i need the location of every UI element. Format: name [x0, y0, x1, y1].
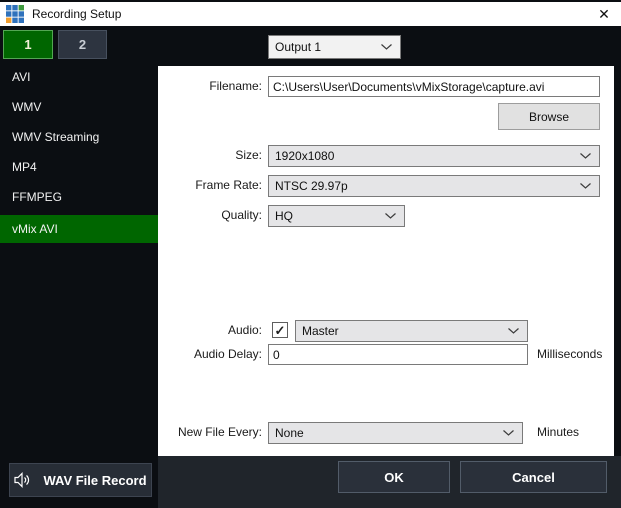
checkmark-icon: ✓: [274, 322, 286, 338]
milliseconds-label: Milliseconds: [537, 347, 603, 361]
wav-file-record-button[interactable]: WAV File Record: [9, 463, 152, 497]
size-select-value: 1920x1080: [275, 149, 335, 163]
close-icon[interactable]: ✕: [595, 5, 613, 23]
browse-button[interactable]: Browse: [498, 103, 600, 130]
chevron-down-icon: [385, 213, 396, 219]
ok-button[interactable]: OK: [338, 461, 450, 493]
recording-setup-dialog: Recording Setup ✕ 1 2 Output 1 AVI WMV W…: [0, 0, 621, 508]
size-label: Size:: [235, 148, 262, 162]
chevron-down-icon: [580, 153, 591, 159]
output-select[interactable]: Output 1: [268, 35, 401, 59]
new-file-every-label: New File Every:: [177, 425, 262, 439]
speaker-icon: [14, 472, 30, 488]
filename-input[interactable]: [268, 76, 600, 97]
tab-output-1[interactable]: 1: [3, 30, 53, 59]
audio-delay-input[interactable]: [268, 344, 528, 365]
quality-label: Quality:: [221, 208, 262, 222]
frame-rate-select-value: NTSC 29.97p: [275, 179, 348, 193]
filename-label: Filename:: [209, 79, 262, 93]
sidebar-item-wmv-streaming[interactable]: WMV Streaming: [0, 123, 158, 151]
frame-rate-label: Frame Rate:: [195, 178, 262, 192]
vmix-logo-icon: [6, 5, 24, 23]
audio-bus-select[interactable]: Master: [295, 320, 528, 342]
title-bar: Recording Setup ✕: [0, 0, 621, 26]
wav-file-record-label: WAV File Record: [43, 472, 147, 488]
audio-bus-select-value: Master: [302, 324, 339, 338]
tab-output-2[interactable]: 2: [58, 30, 107, 59]
chevron-down-icon: [508, 328, 519, 334]
quality-select-value: HQ: [275, 209, 293, 223]
sidebar-item-wmv[interactable]: WMV: [0, 93, 158, 121]
new-file-every-select-value: None: [275, 426, 304, 440]
size-select[interactable]: 1920x1080: [268, 145, 600, 167]
chevron-down-icon: [503, 430, 514, 436]
frame-rate-select[interactable]: NTSC 29.97p: [268, 175, 600, 197]
audio-label: Audio:: [227, 323, 262, 337]
new-file-every-select[interactable]: None: [268, 422, 523, 444]
quality-select[interactable]: HQ: [268, 205, 405, 227]
window-title: Recording Setup: [32, 7, 122, 21]
chevron-down-icon: [381, 44, 392, 50]
sidebar-item-ffmpeg[interactable]: FFMPEG: [0, 183, 158, 211]
settings-panel: Filename: Browse Size: 1920x1080 Frame R…: [158, 66, 614, 456]
output-select-value: Output 1: [275, 40, 322, 54]
chevron-down-icon: [580, 183, 591, 189]
cancel-button[interactable]: Cancel: [460, 461, 607, 493]
sidebar-item-vmix-avi[interactable]: vMix AVI: [0, 215, 160, 243]
sidebar-item-mp4[interactable]: MP4: [0, 153, 158, 181]
minutes-label: Minutes: [537, 425, 580, 439]
audio-delay-label: Audio Delay:: [193, 347, 262, 361]
sidebar-item-avi[interactable]: AVI: [0, 63, 158, 91]
audio-checkbox[interactable]: ✓: [272, 322, 288, 338]
